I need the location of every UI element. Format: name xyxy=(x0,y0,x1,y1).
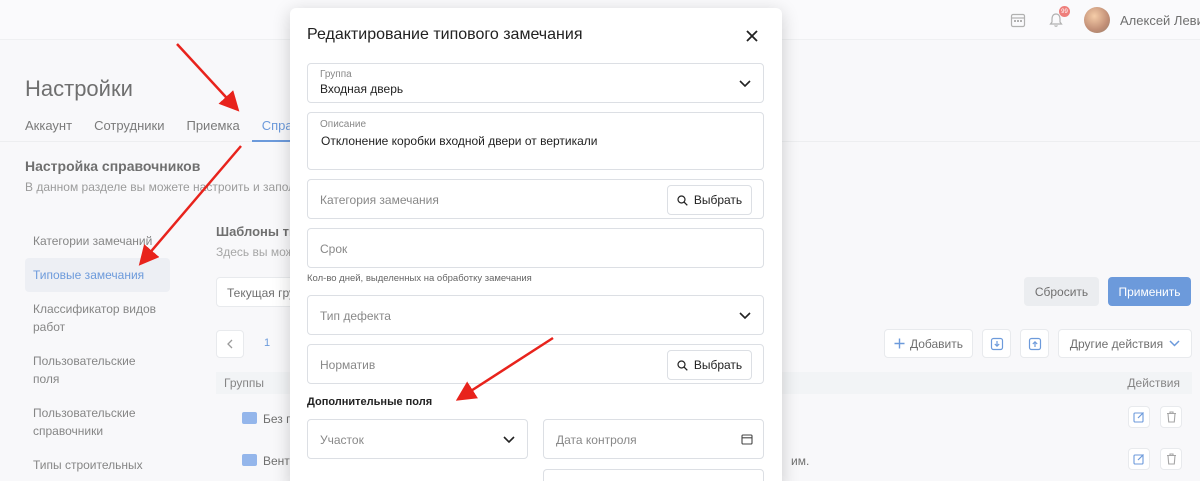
group-value: Входная дверь xyxy=(320,82,404,96)
description-value: Отклонение коробки входной двери от верт… xyxy=(321,134,598,148)
chevron-down-icon xyxy=(739,312,751,320)
area-placeholder: Участок xyxy=(320,433,364,447)
chevron-down-icon xyxy=(503,436,515,444)
chevron-down-icon xyxy=(739,80,751,88)
description-textarea[interactable]: Описание Отклонение коробки входной двер… xyxy=(307,112,764,170)
control-date-input[interactable]: Дата контроля xyxy=(543,419,764,459)
norm-pick-button[interactable]: Выбрать xyxy=(667,350,752,380)
extra-fields-title: Дополнительные поля xyxy=(307,396,433,408)
calendar-icon[interactable] xyxy=(741,433,753,445)
term-input[interactable]: Срок xyxy=(307,228,764,268)
group-label: Группа xyxy=(320,69,352,80)
defect-type-placeholder: Тип дефекта xyxy=(320,309,391,323)
category-pick-label: Выбрать xyxy=(693,193,743,207)
close-icon[interactable] xyxy=(744,28,760,44)
norm-field[interactable]: Норматив Выбрать xyxy=(307,344,764,384)
norm-placeholder: Норматив xyxy=(320,358,376,372)
dialog-title: Редактирование типового замечания xyxy=(307,26,583,43)
group-select[interactable]: Группа Входная дверь xyxy=(307,63,764,103)
term-hint: Кол-во дней, выделенных на обработку зам… xyxy=(307,273,532,284)
category-placeholder: Категория замечания xyxy=(320,193,439,207)
category-pick-button[interactable]: Выбрать xyxy=(667,185,752,215)
term-placeholder: Срок xyxy=(320,242,348,256)
norm-pick-label: Выбрать xyxy=(693,358,743,372)
search-icon xyxy=(677,359,688,371)
search-icon xyxy=(677,194,688,206)
additional-field[interactable] xyxy=(543,469,764,481)
area-select[interactable]: Участок xyxy=(307,419,528,459)
control-date-placeholder: Дата контроля xyxy=(556,433,637,447)
description-label: Описание xyxy=(320,119,367,130)
defect-type-select[interactable]: Тип дефекта xyxy=(307,295,764,335)
category-field[interactable]: Категория замечания Выбрать xyxy=(307,179,764,219)
edit-remark-dialog: Редактирование типового замечания Группа… xyxy=(290,8,782,481)
